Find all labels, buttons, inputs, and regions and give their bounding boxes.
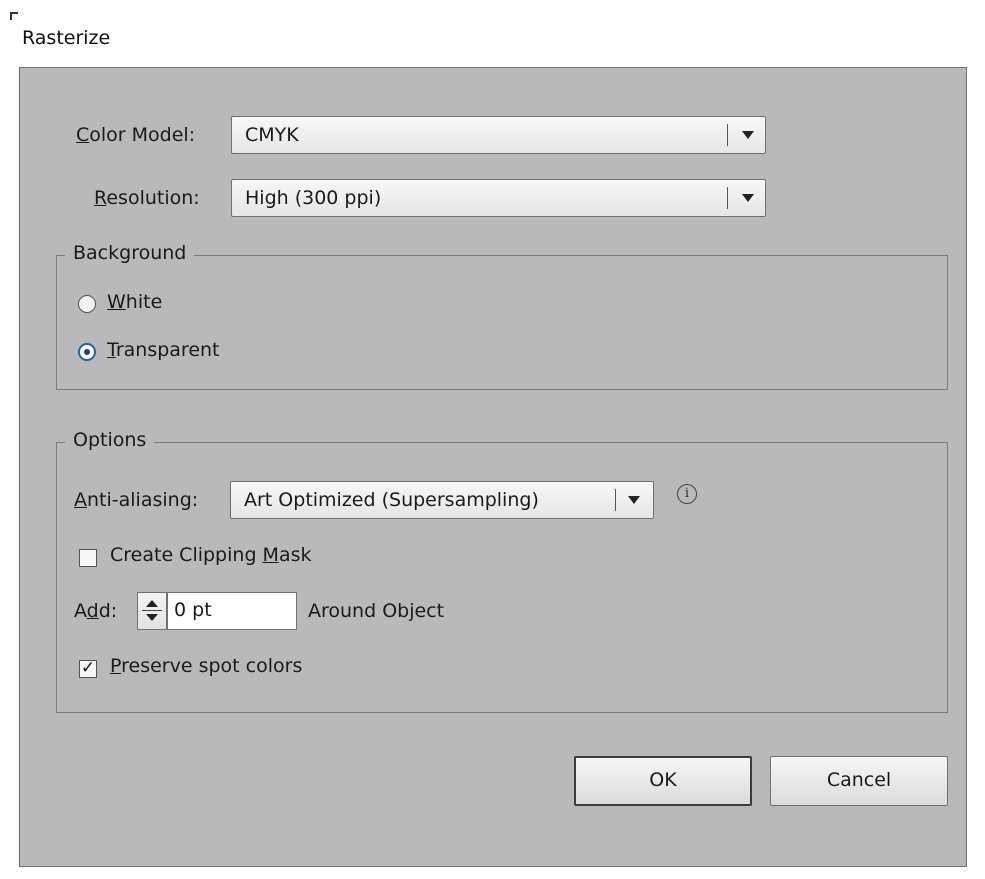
dialog-title: Rasterize [22,27,111,49]
background-group: Background White Transparent [56,242,948,390]
anti-aliasing-select[interactable]: Art Optimized (Supersampling) [230,481,654,519]
transparent-radio[interactable] [78,343,96,361]
chevron-down-icon [742,131,754,139]
background-legend: Background [65,242,195,264]
dialog-body: Color Model: CMYK Resolution: High (300 … [19,67,967,867]
window-corner-icon [10,12,18,20]
info-icon[interactable]: i [677,484,697,504]
color-model-value: CMYK [245,124,299,146]
around-object-label: Around Object [308,600,445,622]
resolution-select[interactable]: High (300 ppi) [231,179,766,217]
transparent-radio-label[interactable]: Transparent [107,339,220,361]
chevron-down-icon [628,496,640,504]
cancel-button[interactable]: Cancel [770,756,948,806]
arrow-up-icon[interactable] [146,600,158,607]
preserve-spot-colors-checkbox[interactable]: ✓ [79,660,97,678]
anti-aliasing-label: Anti-aliasing: [74,489,199,511]
arrow-down-icon[interactable] [146,614,158,621]
color-model-label: Color Model: [76,124,196,146]
chevron-down-icon [742,194,754,202]
add-amount-input[interactable]: 0 pt [167,592,297,630]
resolution-value: High (300 ppi) [245,187,382,209]
white-radio[interactable] [78,295,96,313]
create-clipping-mask-checkbox[interactable] [79,549,97,567]
create-clipping-mask-label[interactable]: Create Clipping Mask [110,544,312,566]
options-legend: Options [65,429,155,451]
color-model-select[interactable]: CMYK [231,116,766,154]
resolution-label: Resolution: [94,187,200,209]
add-stepper[interactable] [137,592,167,630]
options-group: Options Anti-aliasing: Art Optimized (Su… [56,429,948,713]
white-radio-label[interactable]: White [107,291,162,313]
anti-aliasing-value: Art Optimized (Supersampling) [244,489,539,511]
rasterize-dialog: Rasterize Color Model: CMYK Resolution: … [0,0,985,879]
add-label: Add: [74,600,118,622]
ok-button[interactable]: OK [574,756,752,806]
preserve-spot-colors-label[interactable]: Preserve spot colors [110,655,302,677]
